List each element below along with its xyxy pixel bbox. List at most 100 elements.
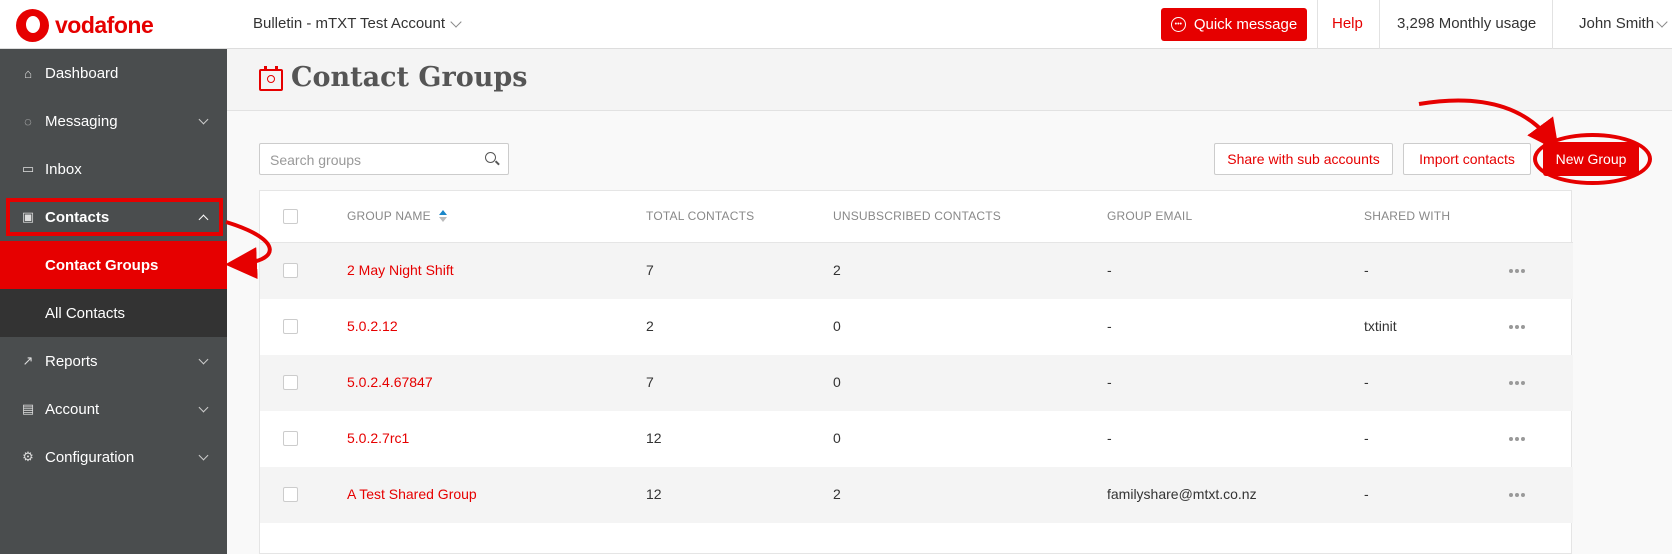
table-row: 5.0.2.12 2 0 - txtinit: [260, 299, 1573, 355]
select-all-checkbox[interactable]: [283, 209, 298, 224]
chat-icon: ◌: [24, 113, 32, 129]
sidebar-item-contact-groups[interactable]: Contact Groups: [0, 241, 227, 289]
column-header-group-email: GROUP EMAIL: [1107, 209, 1193, 223]
total-contacts: 7: [646, 262, 654, 278]
annotation-highlight-ellipse: [1533, 133, 1652, 185]
sidebar-item-reports[interactable]: ↗ Reports: [0, 337, 227, 385]
gear-icon: ⚙: [22, 449, 34, 464]
contacts-calendar-icon: [259, 66, 283, 91]
total-contacts: 7: [646, 374, 654, 390]
more-options-icon[interactable]: [1509, 437, 1525, 441]
shared-with: -: [1364, 486, 1369, 502]
top-bar: vodafone Bulletin - mTXT Test Account ••…: [0, 0, 1672, 49]
groups-table: GROUP NAME TOTAL CONTACTS UNSUBSCRIBED C…: [259, 190, 1573, 554]
quick-message-label: Quick message: [1193, 16, 1298, 33]
unsubscribed-contacts: 2: [833, 262, 841, 278]
sidebar-item-label: Inbox: [45, 160, 82, 178]
sidebar-item-label: Configuration: [45, 448, 135, 466]
user-name: John Smith: [1579, 15, 1655, 32]
vodafone-logo[interactable]: vodafone: [16, 9, 154, 42]
row-checkbox[interactable]: [283, 487, 298, 502]
sidebar-item-account[interactable]: ▤ Account: [0, 385, 227, 433]
total-contacts: 2: [646, 318, 654, 334]
unsubscribed-contacts: 0: [833, 318, 841, 334]
content-area: Share with sub accounts Import contacts …: [227, 111, 1672, 554]
group-email: -: [1107, 318, 1112, 334]
sidebar-item-messaging[interactable]: ◌ Messaging: [0, 97, 227, 145]
unsubscribed-contacts: 0: [833, 374, 841, 390]
group-name-link[interactable]: 2 May Night Shift: [347, 262, 454, 278]
chevron-down-icon: [1656, 15, 1668, 28]
chevron-down-icon: [450, 15, 462, 28]
account-icon: ▤: [21, 401, 35, 416]
shared-with: -: [1364, 430, 1369, 446]
monthly-usage: 3,298 Monthly usage: [1397, 15, 1537, 32]
inbox-icon: ▭: [21, 161, 35, 176]
more-options-icon[interactable]: [1509, 269, 1525, 273]
search-input[interactable]: [270, 150, 470, 170]
sidebar: ⌂ Dashboard ◌ Messaging ▭ Inbox ▣ Contac…: [0, 49, 227, 554]
table-row: A Test Shared Group 12 2 familyshare@mtx…: [260, 467, 1573, 523]
column-header-shared-with: SHARED WITH: [1364, 209, 1451, 223]
page-header: Contact Groups: [227, 49, 1672, 111]
annotation-highlight-box: [6, 198, 223, 236]
import-contacts-button[interactable]: Import contacts: [1403, 143, 1531, 175]
chevron-down-icon: [198, 402, 209, 413]
chart-icon: ↗: [22, 353, 34, 368]
home-icon: ⌂: [24, 65, 32, 81]
group-email: -: [1107, 262, 1112, 278]
group-email: -: [1107, 374, 1112, 390]
group-email: familyshare@mtxt.co.nz: [1107, 486, 1257, 502]
total-contacts: 12: [646, 430, 662, 446]
page-title: Contact Groups: [291, 62, 528, 93]
sidebar-item-inbox[interactable]: ▭ Inbox: [0, 145, 227, 193]
brand-name: vodafone: [55, 12, 154, 38]
group-name-link[interactable]: 5.0.2.7rc1: [347, 430, 409, 446]
sidebar-item-label: Messaging: [45, 112, 118, 130]
sidebar-item-dashboard[interactable]: ⌂ Dashboard: [0, 49, 227, 97]
row-checkbox[interactable]: [283, 431, 298, 446]
chat-icon: •••: [1170, 17, 1186, 32]
row-checkbox[interactable]: [283, 263, 298, 278]
divider: [1317, 0, 1318, 49]
group-name-link[interactable]: 5.0.2.12: [347, 318, 398, 334]
quick-message-button[interactable]: ••• Quick message: [1161, 8, 1307, 41]
chevron-down-icon: [198, 114, 209, 125]
sidebar-item-all-contacts[interactable]: All Contacts: [0, 289, 227, 337]
chevron-down-icon: [198, 450, 209, 461]
row-checkbox[interactable]: [283, 375, 298, 390]
user-menu[interactable]: John Smith: [1579, 15, 1668, 32]
group-email: -: [1107, 430, 1112, 446]
row-checkbox[interactable]: [283, 319, 298, 334]
more-options-icon[interactable]: [1509, 493, 1525, 497]
help-link[interactable]: Help: [1332, 15, 1363, 32]
divider: [1552, 0, 1553, 49]
unsubscribed-contacts: 2: [833, 486, 841, 502]
more-options-icon[interactable]: [1509, 381, 1525, 385]
divider: [1379, 0, 1380, 49]
sidebar-item-configuration[interactable]: ⚙ Configuration: [0, 433, 227, 481]
group-name-link[interactable]: A Test Shared Group: [347, 486, 477, 502]
column-header-total-contacts: TOTAL CONTACTS: [646, 209, 755, 223]
account-switcher[interactable]: Bulletin - mTXT Test Account: [253, 15, 462, 32]
table-row: 5.0.2.4.67847 7 0 - -: [260, 355, 1573, 411]
column-header-unsubscribed: UNSUBSCRIBED CONTACTS: [833, 209, 1001, 223]
share-with-sub-accounts-button[interactable]: Share with sub accounts: [1214, 143, 1393, 175]
table-row: 2 May Night Shift 7 2 - -: [260, 243, 1573, 299]
search-icon[interactable]: [485, 152, 496, 163]
group-name-link[interactable]: 5.0.2.4.67847: [347, 374, 433, 390]
total-contacts: 12: [646, 486, 662, 502]
main-content: Contact Groups Share with sub accounts I…: [227, 49, 1672, 554]
chevron-down-icon: [198, 354, 209, 365]
sidebar-item-label: Account: [45, 400, 100, 418]
sidebar-item-label: Dashboard: [45, 64, 119, 82]
table-row: 5.0.2.7rc1 12 0 - -: [260, 411, 1573, 467]
vodafone-logo-icon: [16, 9, 49, 42]
column-header-group-name[interactable]: GROUP NAME: [347, 209, 447, 223]
sidebar-item-label: Reports: [45, 352, 98, 370]
sort-icon[interactable]: [438, 210, 447, 223]
more-options-icon[interactable]: [1509, 325, 1525, 329]
shared-with: -: [1364, 374, 1369, 390]
unsubscribed-contacts: 0: [833, 430, 841, 446]
account-name: Bulletin - mTXT Test Account: [253, 15, 446, 32]
